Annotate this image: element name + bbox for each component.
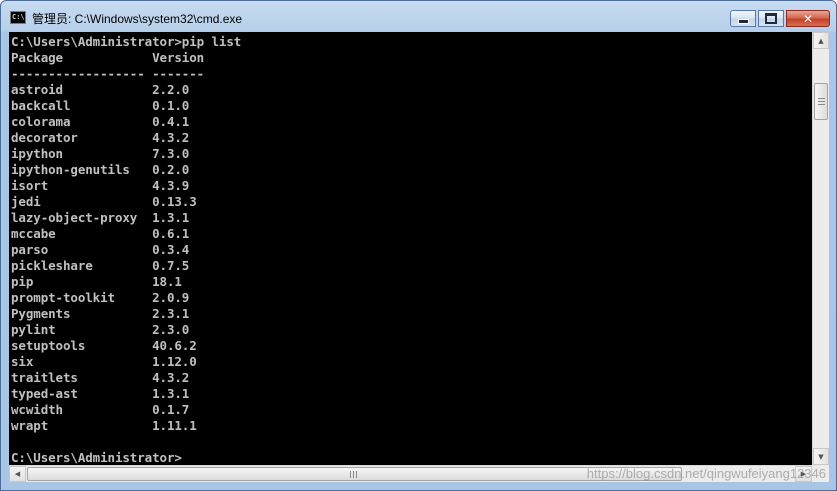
- vertical-scrollbar[interactable]: ▲ ▼: [812, 32, 829, 465]
- prompt-line: C:\Users\Administrator>: [11, 450, 182, 465]
- output-line: parso 0.3.4: [11, 242, 190, 257]
- output-line: backcall 0.1.0: [11, 98, 190, 113]
- command-line: C:\Users\Administrator>pip list: [11, 34, 242, 49]
- chevron-left-icon: ◀: [14, 470, 21, 478]
- output-line: lazy-object-proxy 1.3.1: [11, 210, 190, 225]
- scroll-up-button[interactable]: ▲: [813, 32, 829, 49]
- output-line: wrapt 1.11.1: [11, 418, 197, 433]
- output-line: jedi 0.13.3: [11, 194, 197, 209]
- output-line: Pygments 2.3.1: [11, 306, 190, 321]
- output-line: typed-ast 1.3.1: [11, 386, 190, 401]
- chevron-down-icon: ▼: [818, 452, 824, 461]
- watermark: https://blog.csdn.net/qingwufeiyang12346: [586, 466, 826, 481]
- scroll-down-button[interactable]: ▼: [813, 448, 829, 465]
- output-line: six 1.12.0: [11, 354, 197, 369]
- output-line: mccabe 0.6.1: [11, 226, 190, 241]
- maximize-icon: [765, 13, 777, 24]
- output-line: setuptools 40.6.2: [11, 338, 197, 353]
- horizontal-scroll-thumb[interactable]: [27, 467, 682, 481]
- chevron-up-icon: ▲: [818, 36, 824, 45]
- close-icon: ✕: [802, 11, 814, 26]
- output-line: ------------------ -------: [11, 66, 205, 81]
- output-line: pip 18.1: [11, 274, 182, 289]
- output-line: isort 4.3.9: [11, 178, 190, 193]
- cmd-window: C:\ 管理员: C:\Windows\system32\cmd.exe ✕ C…: [0, 0, 837, 491]
- output-line: ipython-genutils 0.2.0: [11, 162, 190, 177]
- title-bar[interactable]: C:\ 管理员: C:\Windows\system32\cmd.exe ✕: [1, 1, 836, 32]
- console-output[interactable]: C:\Users\Administrator>pip list Package V…: [9, 32, 812, 465]
- output-line: traitlets 4.3.2: [11, 370, 190, 385]
- console-lines: C:\Users\Administrator>pip list Package V…: [11, 34, 241, 465]
- scroll-left-button[interactable]: ◀: [9, 466, 26, 482]
- cmd-app-icon[interactable]: C:\: [10, 11, 26, 24]
- output-line: decorator 4.3.2: [11, 130, 190, 145]
- close-button[interactable]: ✕: [786, 10, 830, 27]
- output-line: wcwidth 0.1.7: [11, 402, 190, 417]
- window-title: 管理员: C:\Windows\system32\cmd.exe: [32, 12, 243, 26]
- output-line: pickleshare 0.7.5: [11, 258, 190, 273]
- maximize-button[interactable]: [758, 10, 784, 27]
- output-line: Package Version: [11, 50, 205, 65]
- output-line: pylint 2.3.0: [11, 322, 190, 337]
- output-line: ipython 7.3.0: [11, 146, 190, 161]
- minimize-button[interactable]: [730, 10, 756, 27]
- minimize-icon: [737, 19, 749, 24]
- vertical-scroll-thumb[interactable]: [814, 83, 828, 120]
- output-line: astroid 2.2.0: [11, 82, 190, 97]
- output-line: prompt-toolkit 2.0.9: [11, 290, 190, 305]
- window-controls: ✕: [730, 10, 830, 27]
- output-line: colorama 0.4.1: [11, 114, 190, 129]
